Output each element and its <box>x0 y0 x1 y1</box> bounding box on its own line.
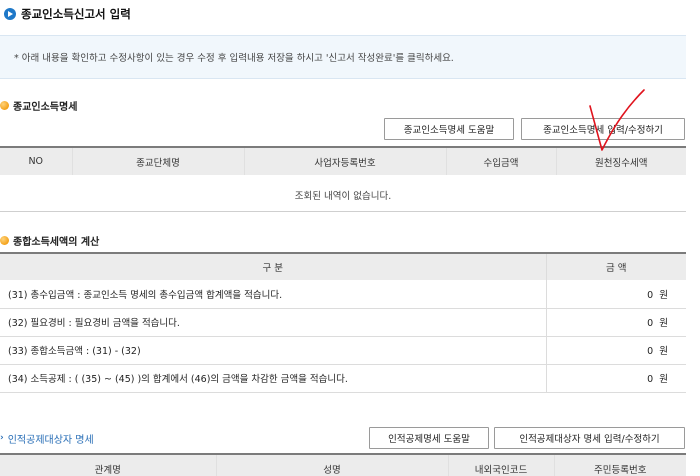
bullet-dot-icon <box>0 100 9 110</box>
religious-income-help-button[interactable]: 종교인소득명세 도움말 <box>384 118 514 140</box>
amount-value: 0 <box>647 289 654 301</box>
section-title-dependents: › 인적공제대상자 명세 <box>0 431 94 446</box>
row-amount: 0 원 <box>546 364 686 393</box>
amount-value: 0 <box>647 318 654 329</box>
amount-unit: 원 <box>659 374 668 385</box>
amount-unit: 원 <box>659 318 668 329</box>
table-row: (32) 필요경비 : 필요경비 금액을 적습니다. 0 원 <box>0 308 686 337</box>
section-title-religious-income: 종교인소득명세 <box>0 98 78 113</box>
row-label: (34) 소득공제 : ( (35) ~ (45) )의 합계에서 (46)의 … <box>0 364 547 393</box>
column-header-no: NO <box>0 146 73 175</box>
column-header-category: 구 분 <box>0 252 547 280</box>
arrow-circle-icon <box>4 8 16 20</box>
row-amount: 0 원 <box>546 308 686 337</box>
table-row: (34) 소득공제 : ( (35) ~ (45) )의 합계에서 (46)의 … <box>0 364 686 393</box>
column-header-resident-number: 주민등록번호 <box>554 453 686 476</box>
column-header-org-name: 종교단체명 <box>72 146 245 175</box>
tax-calculation-table: 구 분 금 액 (31) 총수입금액 : 종교인소득 명세의 총수입금액 합계액… <box>0 252 686 393</box>
table-row: (31) 총수입금액 : 종교인소득 명세의 총수입금액 합계액을 적습니다. … <box>0 280 686 309</box>
section-title-text: 인적공제대상자 명세 <box>7 434 94 446</box>
section-title-text: 종합소득세액의 계산 <box>13 236 100 248</box>
column-header-name: 성명 <box>216 453 449 476</box>
table-header-row: 구 분 금 액 <box>0 252 686 280</box>
dependents-table: 관계명 성명 내외국인코드 주민등록번호 <box>0 453 686 476</box>
amount-value: 0 <box>647 374 654 385</box>
dependents-edit-button[interactable]: 인적공제대상자 명세 입력/수정하기 <box>494 427 685 449</box>
table-row: (33) 종합소득금액 : (31) - (32) 0 원 <box>0 336 686 365</box>
notice-box: * 아래 내용을 확인하고 수정사항이 있는 경우 수정 후 입력내용 저장을 … <box>0 35 686 79</box>
page-header: 종교인소득신고서 입력 <box>4 6 131 22</box>
column-header-nationality-code: 내외국인코드 <box>448 453 555 476</box>
column-header-business-number: 사업자등록번호 <box>244 146 447 175</box>
notice-text: * 아래 내용을 확인하고 수정사항이 있는 경우 수정 후 입력내용 저장을 … <box>14 53 454 64</box>
religious-income-table: NO 종교단체명 사업자등록번호 수입금액 원천징수세액 <box>0 146 686 175</box>
dependents-help-button[interactable]: 인적공제명세 도움말 <box>369 427 489 449</box>
column-header-income-amount: 수입금액 <box>446 146 557 175</box>
chevron-right-icon: › <box>0 433 4 443</box>
column-header-withholding-tax: 원천징수세액 <box>556 146 686 175</box>
amount-value: 0 <box>647 346 654 357</box>
table-header-row: NO 종교단체명 사업자등록번호 수입금액 원천징수세액 <box>0 146 686 175</box>
column-header-amount: 금 액 <box>546 252 686 280</box>
row-amount: 0 원 <box>546 280 686 309</box>
section-title-text: 종교인소득명세 <box>13 101 78 113</box>
table-header-row: 관계명 성명 내외국인코드 주민등록번호 <box>0 453 686 476</box>
row-amount: 0 원 <box>546 336 686 365</box>
row-label: (33) 종합소득금액 : (31) - (32) <box>0 336 547 365</box>
religious-income-edit-button[interactable]: 종교인소득명세 입력/수정하기 <box>521 118 685 140</box>
amount-unit: 원 <box>659 346 668 357</box>
amount-unit: 원 <box>659 289 668 301</box>
page-title: 종교인소득신고서 입력 <box>21 7 131 21</box>
row-label: (32) 필요경비 : 필요경비 금액을 적습니다. <box>0 308 547 337</box>
column-header-relationship: 관계명 <box>0 453 217 476</box>
empty-message: 조회된 내역이 없습니다. <box>0 178 686 212</box>
row-label: (31) 총수입금액 : 종교인소득 명세의 총수입금액 합계액을 적습니다. <box>0 280 547 309</box>
section-title-tax-calculation: 종합소득세액의 계산 <box>0 233 100 248</box>
bullet-dot-icon <box>0 235 9 245</box>
